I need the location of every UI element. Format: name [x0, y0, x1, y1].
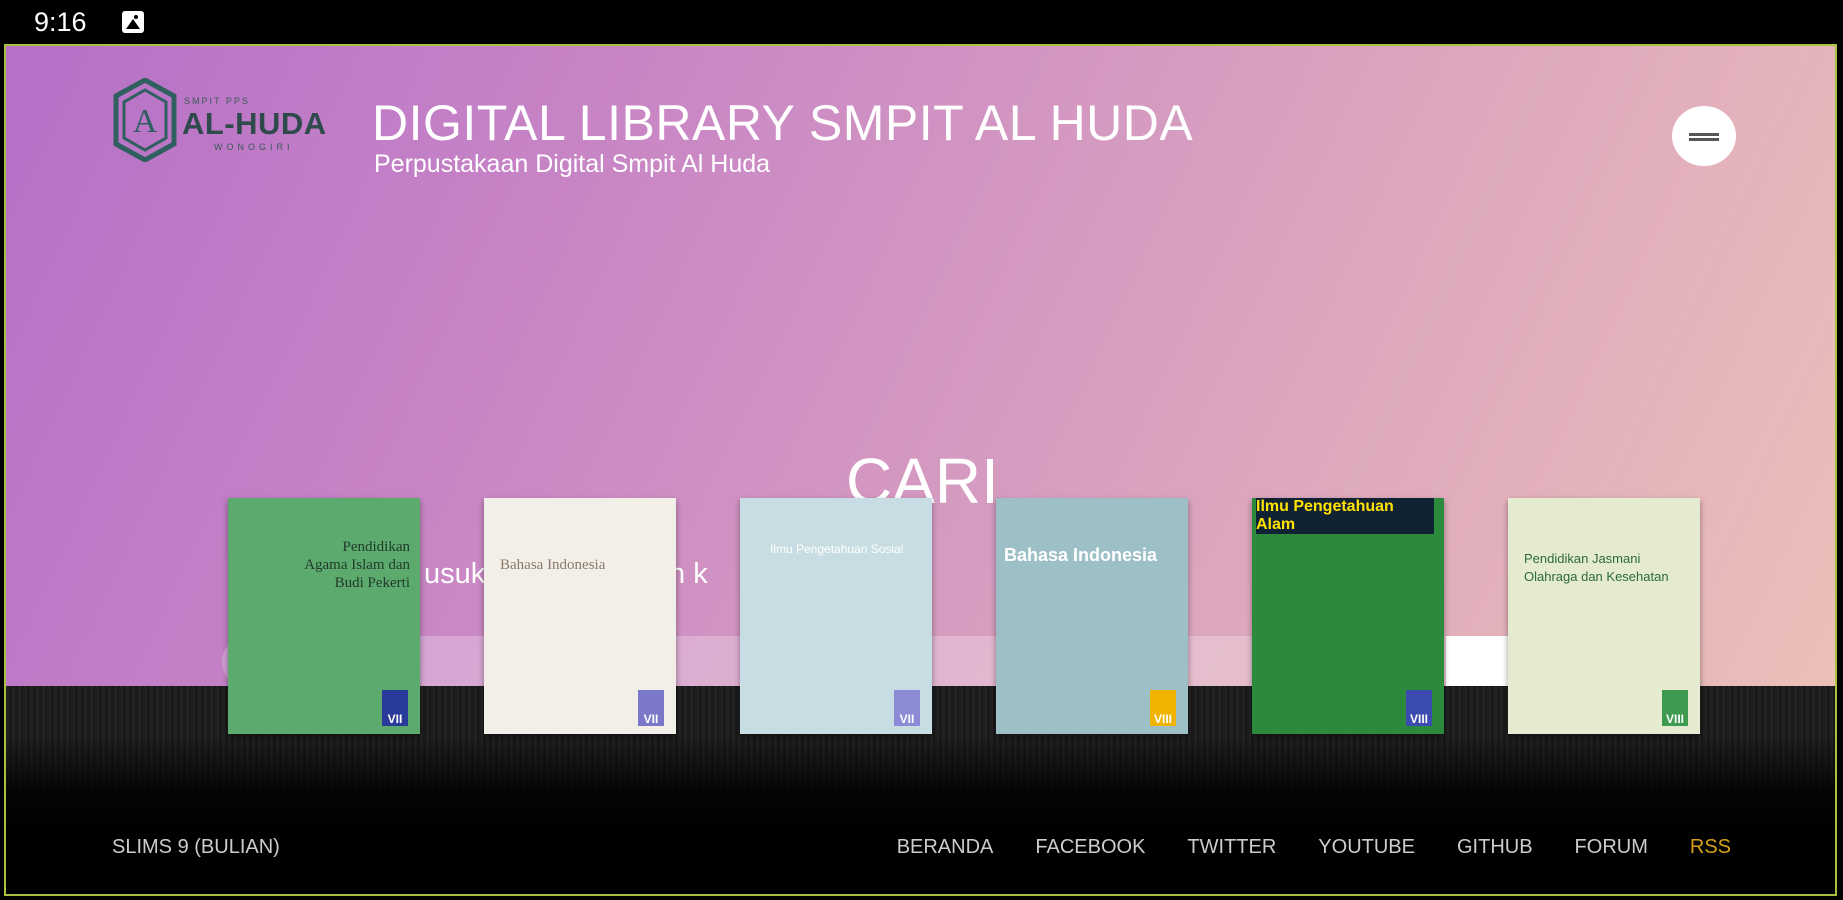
footer-link-github[interactable]: GITHUB — [1457, 836, 1533, 859]
slims-version: SLIMS 9 (BULIAN) — [112, 836, 280, 858]
hamburger-icon — [1689, 133, 1719, 136]
logo-name: AL-HUDA — [182, 106, 327, 141]
book-cover[interactable]: Bahasa Indonesia VIII — [996, 498, 1188, 734]
footer-link-facebook[interactable]: FACEBOOK — [1035, 836, 1145, 859]
logo-emblem-icon: A — [113, 78, 177, 162]
footer-link-youtube[interactable]: YOUTUBE — [1318, 836, 1415, 859]
menu-button[interactable] — [1672, 106, 1736, 166]
book-cover[interactable]: Bahasa Indonesia VII — [484, 498, 676, 734]
book-cover[interactable]: Pendidikan Jasmani Olahraga dan Kesehata… — [1508, 498, 1700, 734]
footer-link-beranda[interactable]: BERANDA — [897, 836, 994, 859]
footer-link-rss[interactable]: RSS — [1690, 836, 1731, 859]
school-logo[interactable]: A SMPIT PPS AL-HUDA WONOGIRI — [112, 78, 342, 168]
status-time: 9:16 — [34, 7, 87, 37]
footer-link-twitter[interactable]: TWITTER — [1187, 836, 1276, 859]
book-cover[interactable]: Ilmu Pengetahuan Alam VIII — [1252, 498, 1444, 734]
svg-text:A: A — [133, 103, 158, 140]
site-title[interactable]: DIGITAL LIBRARY SMPIT AL HUDA — [372, 94, 1193, 152]
search-button[interactable] — [1446, 636, 1516, 688]
logo-sub-text: WONOGIRI — [214, 142, 294, 152]
logo-small-text: SMPIT PPS — [184, 96, 250, 106]
app-window: A SMPIT PPS AL-HUDA WONOGIRI DIGITAL LIB… — [4, 44, 1837, 896]
footer-link-forum[interactable]: FORUM — [1575, 836, 1648, 859]
footer: SLIMS 9 (BULIAN) BERANDA FACEBOOK TWITTE… — [6, 836, 1835, 876]
footer-nav: BERANDA FACEBOOK TWITTER YOUTUBE GITHUB … — [897, 836, 1731, 859]
status-bar: 9:16 — [0, 0, 1843, 44]
book-cover[interactable]: Pendidikan Agama Islam dan Budi Pekerti … — [228, 498, 420, 734]
site-subtitle: Perpustakaan Digital Smpit Al Huda — [374, 150, 771, 178]
book-cover[interactable]: Ilmu Pengetahuan Sosial VII — [740, 498, 932, 734]
image-notification-icon — [122, 11, 144, 33]
